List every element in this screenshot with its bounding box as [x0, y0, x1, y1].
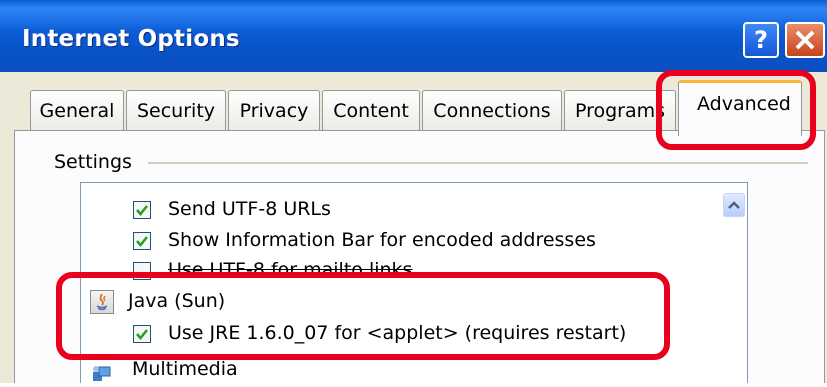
checkmark-icon: [136, 236, 148, 247]
tab-label: Content: [333, 99, 409, 122]
tab-label: Connections: [433, 99, 551, 122]
tab-privacy[interactable]: Privacy: [228, 90, 320, 130]
help-button[interactable]: ?: [743, 22, 779, 58]
help-icon: ?: [754, 26, 768, 54]
close-button[interactable]: [785, 22, 825, 58]
tab-content[interactable]: Content: [322, 90, 420, 130]
settings-group-label: Settings: [54, 151, 132, 173]
checkbox-info-bar[interactable]: [133, 232, 151, 250]
tab-label: General: [39, 99, 115, 122]
tab-label: Security: [136, 99, 216, 122]
title-bar[interactable]: Internet Options ?: [0, 0, 827, 72]
tab-advanced[interactable]: Advanced: [678, 80, 802, 136]
multimedia-icon: [91, 364, 113, 383]
tab-label: Advanced: [697, 93, 791, 115]
list-item-label: Show Information Bar for encoded address…: [168, 229, 596, 251]
internet-options-window: Internet Options ? General Security Priv…: [0, 0, 827, 383]
tab-connections[interactable]: Connections: [422, 90, 562, 130]
list-item-label: Use UTF-8 for mailto links: [168, 259, 413, 281]
tab-security[interactable]: Security: [126, 90, 226, 130]
checkmark-icon: [136, 329, 148, 340]
list-item-label: Send UTF-8 URLs: [168, 198, 331, 220]
window-title: Internet Options: [22, 26, 240, 52]
checkbox-send-utf8[interactable]: [133, 201, 151, 219]
tab-label: Programs: [574, 99, 666, 122]
category-java: Java (Sun): [128, 290, 226, 312]
category-multimedia: Multimedia: [132, 358, 238, 380]
tab-programs[interactable]: Programs: [564, 90, 676, 130]
checkbox-utf8-mailto[interactable]: [133, 262, 151, 280]
list-item-label: Use JRE 1.6.0_07 for <applet> (requires …: [168, 322, 627, 344]
tab-label: Privacy: [239, 99, 309, 122]
close-icon: [795, 30, 815, 50]
scroll-up-button[interactable]: [723, 193, 745, 217]
tab-general[interactable]: General: [30, 90, 124, 130]
settings-divider: [148, 162, 808, 164]
chevron-up-icon: [728, 201, 740, 209]
java-icon: [90, 290, 114, 314]
checkbox-use-jre[interactable]: [133, 325, 151, 343]
checkmark-icon: [136, 205, 148, 216]
